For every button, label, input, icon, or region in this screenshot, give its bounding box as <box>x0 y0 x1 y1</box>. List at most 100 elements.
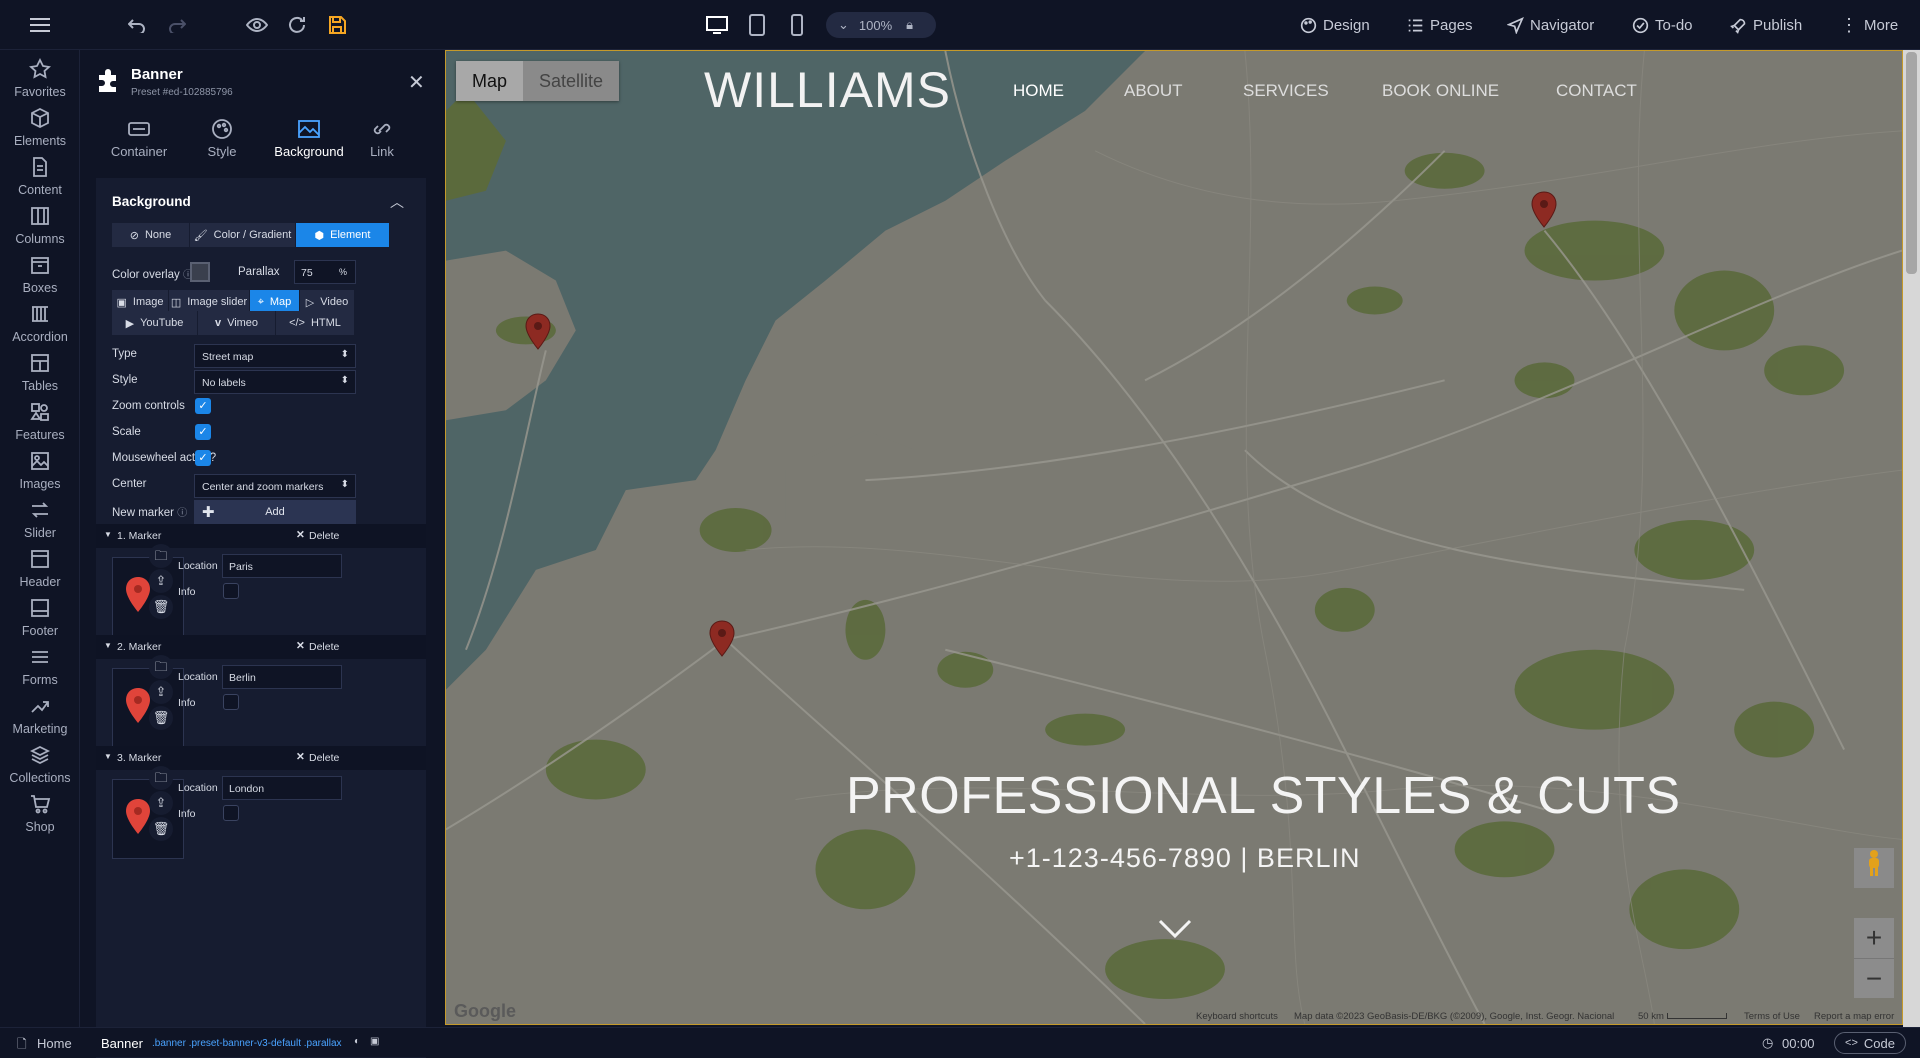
breadcrumb-banner[interactable]: Banner <box>101 1036 143 1051</box>
sidebar-item-favorites[interactable]: Favorites <box>0 58 80 99</box>
nav-contact[interactable]: CONTACT <box>1556 81 1637 101</box>
nav-home[interactable]: HOME <box>1013 81 1064 101</box>
tablet-view-icon[interactable] <box>745 13 769 37</box>
desktop-view-icon[interactable] <box>705 13 729 37</box>
bg-mode-none[interactable]: ⊘ None <box>112 223 190 247</box>
navigator-menu[interactable]: Navigator <box>1507 0 1594 50</box>
tab-style[interactable]: Style <box>179 118 265 159</box>
close-panel-icon[interactable]: ✕ <box>408 70 425 95</box>
type-vimeo[interactable]: v Vimeo <box>198 311 276 335</box>
zoom-out-button[interactable]: − <box>1854 958 1894 998</box>
parallax-input[interactable]: 75% <box>294 260 356 284</box>
location-input[interactable]: London <box>222 776 342 800</box>
upload-icon[interactable]: ⇪ <box>149 680 173 704</box>
nav-book-online[interactable]: BOOK ONLINE <box>1382 81 1499 101</box>
color-overlay-swatch[interactable] <box>190 262 210 282</box>
todo-menu[interactable]: To-do <box>1632 0 1693 50</box>
street-view-pegman-icon[interactable] <box>1854 848 1894 888</box>
marker-header[interactable]: ▼ 1. Marker ✕ Delete <box>96 524 426 548</box>
marker-header[interactable]: ▼ 3. Marker ✕ Delete <box>96 746 426 770</box>
nav-about[interactable]: ABOUT <box>1124 81 1183 101</box>
trash-icon[interactable]: 🗑︎ <box>149 706 173 730</box>
bg-mode-color[interactable]: 🖌︎ Color / Gradient <box>190 223 296 247</box>
zoom-controls-checkbox[interactable]: ✓ <box>195 398 211 414</box>
upload-icon[interactable]: ⇪ <box>149 791 173 815</box>
trash-icon[interactable]: 🗑︎ <box>149 595 173 619</box>
sidebar-item-content[interactable]: Content <box>0 156 80 197</box>
scrollbar-thumb[interactable] <box>1906 52 1917 274</box>
zoom-dropdown[interactable]: ⌄ 100% 🔒︎ <box>826 12 936 38</box>
image-icon[interactable]: ▣ <box>370 1036 379 1047</box>
delete-marker-button[interactable]: Delete <box>309 752 339 764</box>
map-type-select[interactable]: Street map <box>194 344 356 368</box>
map-marker-pin[interactable] <box>1531 191 1557 229</box>
code-button[interactable]: <> Code <box>1834 1032 1906 1054</box>
terms-link[interactable]: Terms of Use <box>1744 1011 1800 1022</box>
sidebar-item-slider[interactable]: Slider <box>0 499 80 540</box>
preview-scrollbar[interactable] <box>1903 50 1920 1027</box>
site-logo[interactable]: WILLIAMS <box>704 61 951 119</box>
sidebar-item-header[interactable]: Header <box>0 548 80 589</box>
bg-mode-element[interactable]: ⬢ Element <box>296 223 390 247</box>
sidebar-item-columns[interactable]: Columns <box>0 205 80 246</box>
folder-icon[interactable]: 🗀︎ <box>149 544 173 568</box>
marker-icon-preview[interactable]: 🗀︎ ⇪ 🗑︎ <box>112 766 184 859</box>
delete-x-icon[interactable]: ✕ <box>296 640 305 652</box>
info-checkbox[interactable] <box>223 583 239 599</box>
scroll-down-chevron-icon[interactable] <box>1158 919 1192 944</box>
nav-services[interactable]: SERVICES <box>1243 81 1329 101</box>
trash-icon[interactable]: 🗑︎ <box>149 817 173 841</box>
refresh-icon[interactable] <box>285 13 309 37</box>
scale-checkbox[interactable]: ✓ <box>195 424 211 440</box>
folder-icon[interactable]: 🗀︎ <box>149 766 173 790</box>
collapse-chevron-icon[interactable]: ︿ <box>390 192 404 212</box>
report-map-error-link[interactable]: Report a map error <box>1814 1011 1894 1022</box>
satellite-tab[interactable]: Satellite <box>523 61 619 101</box>
marker-icon-preview[interactable]: 🗀︎ ⇪ 🗑︎ <box>112 544 184 637</box>
publish-menu[interactable]: Publish <box>1730 0 1802 50</box>
sidebar-item-boxes[interactable]: Boxes <box>0 254 80 295</box>
map-marker-pin[interactable] <box>709 620 735 658</box>
center-select[interactable]: Center and zoom markers <box>194 474 356 498</box>
delete-marker-button[interactable]: Delete <box>309 641 339 653</box>
sidebar-item-tables[interactable]: Tables <box>0 352 80 393</box>
map-tab[interactable]: Map <box>456 61 524 101</box>
sidebar-item-features[interactable]: Features <box>0 401 80 442</box>
sidebar-item-forms[interactable]: Forms <box>0 646 80 687</box>
info-checkbox[interactable] <box>223 805 239 821</box>
delete-x-icon[interactable]: ✕ <box>296 751 305 763</box>
delete-marker-button[interactable]: Delete <box>309 530 339 542</box>
sidebar-item-collections[interactable]: Collections <box>0 744 80 785</box>
map-background[interactable] <box>446 51 1902 1024</box>
mousewheel-checkbox[interactable]: ✓ <box>195 450 211 466</box>
location-input[interactable]: Paris <box>222 554 342 578</box>
sidebar-item-shop[interactable]: Shop <box>0 793 80 834</box>
sidebar-item-elements[interactable]: Elements <box>0 107 80 148</box>
type-youtube[interactable]: ▶ YouTube <box>112 311 198 335</box>
type-html[interactable]: </> HTML <box>276 311 355 335</box>
sidebar-item-marketing[interactable]: Marketing <box>0 695 80 736</box>
map-style-select[interactable]: No labels <box>194 370 356 394</box>
mobile-view-icon[interactable] <box>785 13 809 37</box>
marker-icon-preview[interactable]: 🗀︎ ⇪ 🗑︎ <box>112 655 184 748</box>
undo-icon[interactable] <box>125 13 149 37</box>
tab-link[interactable]: Link <box>352 118 412 159</box>
redo-icon[interactable] <box>165 13 189 37</box>
pages-menu[interactable]: Pages <box>1407 0 1473 50</box>
hamburger-menu-icon[interactable] <box>28 13 52 37</box>
breadcrumb-home[interactable]: Home <box>37 1036 72 1051</box>
save-icon[interactable] <box>325 13 349 37</box>
palette-icon[interactable]: ◐ <box>354 1036 360 1047</box>
zoom-in-button[interactable]: + <box>1854 918 1894 958</box>
sidebar-item-footer[interactable]: Footer <box>0 597 80 638</box>
info-checkbox[interactable] <box>223 694 239 710</box>
upload-icon[interactable]: ⇪ <box>149 569 173 593</box>
map-marker-pin[interactable] <box>525 313 551 351</box>
delete-x-icon[interactable]: ✕ <box>296 529 305 541</box>
preview-eye-icon[interactable] <box>245 13 269 37</box>
keyboard-shortcuts-link[interactable]: Keyboard shortcuts <box>1196 1011 1278 1022</box>
add-marker-button[interactable]: ✚ Add <box>194 500 356 524</box>
sidebar-item-accordion[interactable]: Accordion <box>0 303 80 344</box>
more-menu[interactable]: ⋮ More <box>1840 0 1898 50</box>
tab-background[interactable]: Background <box>266 118 352 159</box>
